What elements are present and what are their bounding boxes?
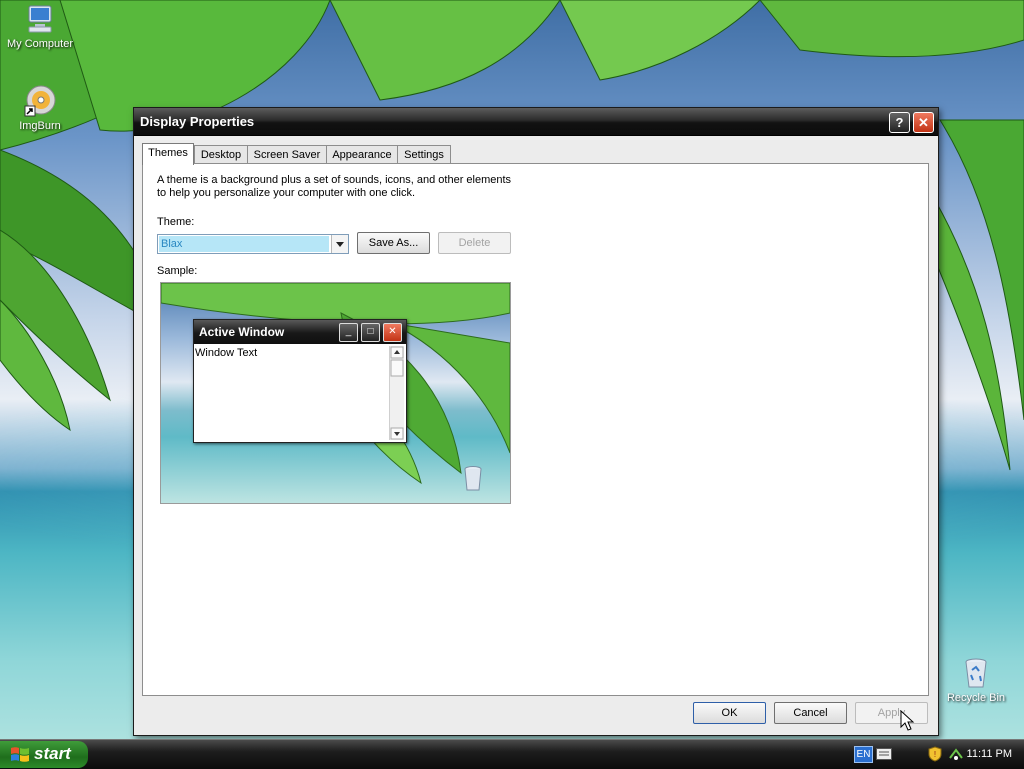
theme-dropdown[interactable]: Blax bbox=[157, 234, 349, 254]
network-icon[interactable] bbox=[948, 746, 964, 762]
tab-label: Themes bbox=[148, 147, 188, 159]
delete-button[interactable]: Delete bbox=[438, 232, 511, 254]
security-shield-icon[interactable]: ! bbox=[928, 746, 942, 762]
dialog-titlebar[interactable]: Display Properties ? ✕ bbox=[134, 108, 938, 136]
help-button[interactable]: ? bbox=[889, 112, 910, 133]
tab-desktop[interactable]: Desktop bbox=[194, 145, 248, 164]
system-tray: EN ! 11:11 PM bbox=[846, 740, 1024, 769]
desktop-icon-my-computer[interactable]: My Computer bbox=[0, 2, 80, 50]
start-button[interactable]: start bbox=[0, 741, 88, 768]
cancel-button[interactable]: Cancel bbox=[774, 702, 847, 724]
keyboard-icon[interactable] bbox=[876, 748, 892, 760]
tab-settings[interactable]: Settings bbox=[397, 145, 451, 164]
desktop-icon-label: My Computer bbox=[6, 38, 74, 50]
minimize-icon: _ bbox=[339, 323, 358, 342]
imgburn-icon bbox=[23, 84, 57, 118]
apply-button[interactable]: Apply bbox=[855, 702, 928, 724]
theme-label: Theme: bbox=[157, 216, 195, 228]
tab-label: Settings bbox=[404, 149, 444, 161]
help-icon: ? bbox=[895, 115, 904, 130]
tab-appearance[interactable]: Appearance bbox=[326, 145, 398, 164]
mouse-cursor-icon bbox=[900, 710, 915, 731]
sample-scrollbar bbox=[389, 346, 404, 440]
theme-sample-preview: Active Window _ □ ✕ Window Text bbox=[160, 282, 511, 504]
sample-active-window: Active Window _ □ ✕ Window Text bbox=[193, 319, 407, 443]
start-label: start bbox=[34, 744, 71, 763]
sample-window-text: Window Text bbox=[195, 347, 258, 359]
language-indicator[interactable]: EN bbox=[854, 746, 873, 763]
description-line: to help you personalize your computer wi… bbox=[157, 187, 416, 199]
taskbar: start EN ! 11:11 PM bbox=[0, 739, 1024, 769]
display-properties-dialog: Display Properties ? ✕ Themes Desktop Sc… bbox=[133, 107, 939, 736]
desktop-icon-imgburn[interactable]: ImgBurn bbox=[0, 84, 80, 132]
sample-window-title: Active Window bbox=[199, 325, 285, 339]
tab-label: Desktop bbox=[200, 149, 242, 161]
chevron-down-icon[interactable] bbox=[331, 235, 348, 253]
svg-text:!: ! bbox=[934, 750, 936, 759]
close-icon: ✕ bbox=[918, 115, 929, 130]
clock[interactable]: 11:11 PM bbox=[967, 748, 1012, 760]
my-computer-icon bbox=[23, 2, 57, 36]
recycle-bin-icon bbox=[959, 656, 993, 690]
tab-label: Screen Saver bbox=[253, 149, 321, 161]
tab-themes[interactable]: Themes bbox=[142, 143, 194, 165]
save-as-button[interactable]: Save As... bbox=[357, 232, 430, 254]
recycle-bin-icon bbox=[464, 466, 482, 491]
theme-description: A theme is a background plus a set of so… bbox=[157, 174, 517, 200]
desktop-icon-recycle-bin[interactable]: Recycle Bin bbox=[936, 656, 1016, 704]
description-line: A theme is a background plus a set of so… bbox=[157, 174, 512, 186]
close-button[interactable]: ✕ bbox=[913, 112, 934, 133]
maximize-icon: □ bbox=[361, 323, 380, 342]
dialog-title: Display Properties bbox=[140, 114, 255, 129]
sample-window-titlebar: Active Window _ □ ✕ bbox=[194, 320, 406, 344]
desktop-icon-label: ImgBurn bbox=[19, 120, 61, 132]
ok-button[interactable]: OK bbox=[693, 702, 766, 724]
desktop-icon-label: Recycle Bin bbox=[946, 692, 1006, 704]
windows-logo-icon bbox=[11, 747, 29, 762]
tab-label: Appearance bbox=[332, 149, 392, 161]
theme-dropdown-value: Blax bbox=[159, 236, 329, 252]
themes-panel: A theme is a background plus a set of so… bbox=[142, 163, 929, 696]
tab-screen-saver[interactable]: Screen Saver bbox=[247, 145, 327, 164]
close-icon: ✕ bbox=[383, 323, 402, 342]
sample-label: Sample: bbox=[157, 265, 198, 277]
